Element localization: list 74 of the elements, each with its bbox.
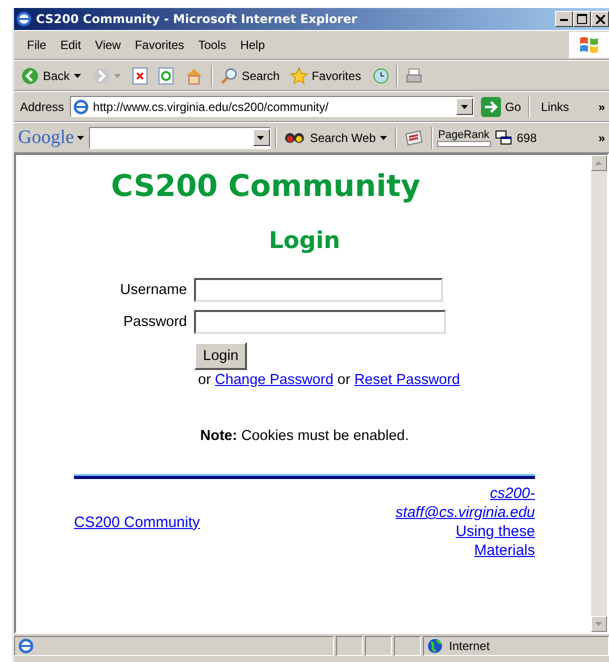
down-arrow-icon xyxy=(595,622,603,626)
home-link[interactable]: CS200 Community xyxy=(74,514,200,530)
dropdown-button[interactable] xyxy=(456,98,474,115)
address-label: Address xyxy=(19,100,66,114)
pagerank-meter xyxy=(436,140,491,146)
binoculars-icon xyxy=(284,132,306,144)
email-link[interactable]: cs200-staff@cs.virginia.edu xyxy=(390,484,535,522)
field-label: Password xyxy=(122,314,187,330)
up-arrow-icon xyxy=(595,161,603,165)
google-menu[interactable]: Google xyxy=(18,126,85,148)
newspaper-icon xyxy=(404,128,424,146)
zone-label: Internet xyxy=(449,639,490,653)
menu-item[interactable]: Edit xyxy=(53,38,88,52)
maximize-icon xyxy=(577,14,587,24)
count-label: 698 xyxy=(516,130,537,144)
search-button[interactable]: Search xyxy=(216,66,283,86)
caret-icon xyxy=(257,136,266,140)
window-title: CS200 Community - Microsoft Internet Explorer xyxy=(36,12,358,26)
menu-item[interactable]: File xyxy=(20,38,54,52)
note-text: Note: Cookies must be enabled. xyxy=(199,428,410,444)
maximize-button[interactable] xyxy=(573,11,591,27)
menu-item[interactable]: Tools xyxy=(191,38,234,52)
windows-stack-icon xyxy=(494,130,513,146)
or-text: or xyxy=(198,372,211,388)
menu-item[interactable]: Help xyxy=(233,38,272,52)
pagerank-label: PageRank xyxy=(438,128,490,140)
change-password-link[interactable]: Change Password xyxy=(214,372,334,388)
address-field[interactable]: http://www.cs.virginia.edu/cs200/community/ xyxy=(70,96,474,117)
status-pane xyxy=(365,636,392,656)
page-heading: Login xyxy=(268,228,342,254)
more-button[interactable]: » xyxy=(598,130,609,144)
menu-item[interactable]: View xyxy=(88,38,128,52)
input-field[interactable] xyxy=(194,278,443,302)
history-icon xyxy=(371,66,390,84)
field-label: Username xyxy=(119,282,187,298)
search-icon xyxy=(220,66,238,84)
close-button[interactable] xyxy=(591,11,609,27)
page-icon xyxy=(73,98,90,114)
status-pane xyxy=(336,636,363,656)
caret-icon xyxy=(74,74,82,78)
caret-icon xyxy=(380,136,388,140)
browser-logo-icon xyxy=(16,11,32,27)
search-web-button[interactable]: Search Web xyxy=(280,130,391,146)
star-icon xyxy=(290,66,308,84)
search-field[interactable] xyxy=(88,126,271,148)
menu-item[interactable]: Favorites xyxy=(128,38,192,52)
close-icon xyxy=(596,14,604,24)
printer-icon xyxy=(405,66,424,84)
more-button[interactable]: » xyxy=(598,100,609,114)
login-button[interactable]: Login xyxy=(194,342,248,370)
go-button[interactable]: Go xyxy=(478,96,524,118)
home-icon xyxy=(184,66,204,84)
dropdown-button[interactable] xyxy=(252,129,270,146)
status-pane xyxy=(394,636,421,656)
caret-icon xyxy=(76,136,85,140)
favorites-button[interactable]: Favorites xyxy=(286,66,364,86)
scrollbar[interactable] xyxy=(591,155,607,632)
scroll-down-button[interactable] xyxy=(591,616,607,632)
scroll-up-button[interactable] xyxy=(591,155,607,171)
minimize-icon xyxy=(560,18,568,20)
page-icon xyxy=(18,638,34,654)
caret-icon xyxy=(460,104,469,108)
reset-password-link[interactable]: Reset Password xyxy=(354,372,460,388)
materials-link[interactable]: Using these Materials xyxy=(445,522,535,560)
globe-icon xyxy=(427,638,443,654)
or-text: or xyxy=(337,372,350,388)
caret-icon xyxy=(114,74,122,78)
links-label[interactable]: Links xyxy=(534,100,576,114)
site-title: CS200 Community xyxy=(111,169,422,204)
input-field[interactable] xyxy=(194,310,446,334)
minimize-button[interactable] xyxy=(555,11,573,27)
stop-icon xyxy=(132,66,148,84)
refresh-icon xyxy=(158,66,174,84)
back-button[interactable]: Back xyxy=(18,66,85,86)
